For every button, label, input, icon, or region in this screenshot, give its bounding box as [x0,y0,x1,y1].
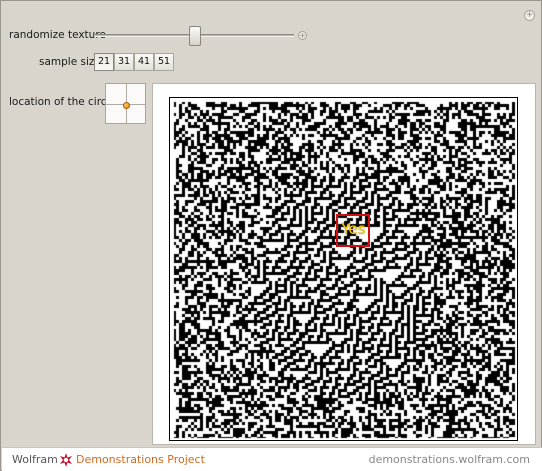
texture-plot [169,97,518,441]
sample-size-option[interactable]: 21 [94,53,114,71]
plus-circle-icon[interactable]: + [524,10,535,21]
sample-size-option[interactable]: 31 [114,53,134,71]
demonstrations-project-link[interactable]: Demonstrations Project [76,453,205,466]
circle-location-locator[interactable] [105,83,146,124]
spikey-icon [60,453,72,467]
footer-bar: Wolfram Demonstrations Project demonstra… [2,447,542,471]
random-texture-image [170,98,517,440]
sample-size-label: sample size [39,56,101,68]
sample-size-selector: 21 31 41 51 [94,53,174,71]
sample-size-option[interactable]: 51 [154,53,174,71]
locator-point[interactable] [123,102,130,109]
sample-size-option[interactable]: 41 [134,53,154,71]
result-label: Yes [341,220,366,238]
randomize-label: randomize texture [9,29,106,41]
slider-expand-icon[interactable]: + [298,31,307,40]
demonstration-frame: + randomize texture + sample size 21 31 … [0,0,542,471]
randomize-slider-thumb[interactable] [189,26,201,46]
location-label: location of the circle [9,96,116,108]
wolfram-brand[interactable]: Wolfram [12,453,58,466]
site-url[interactable]: demonstrations.wolfram.com [369,453,530,466]
